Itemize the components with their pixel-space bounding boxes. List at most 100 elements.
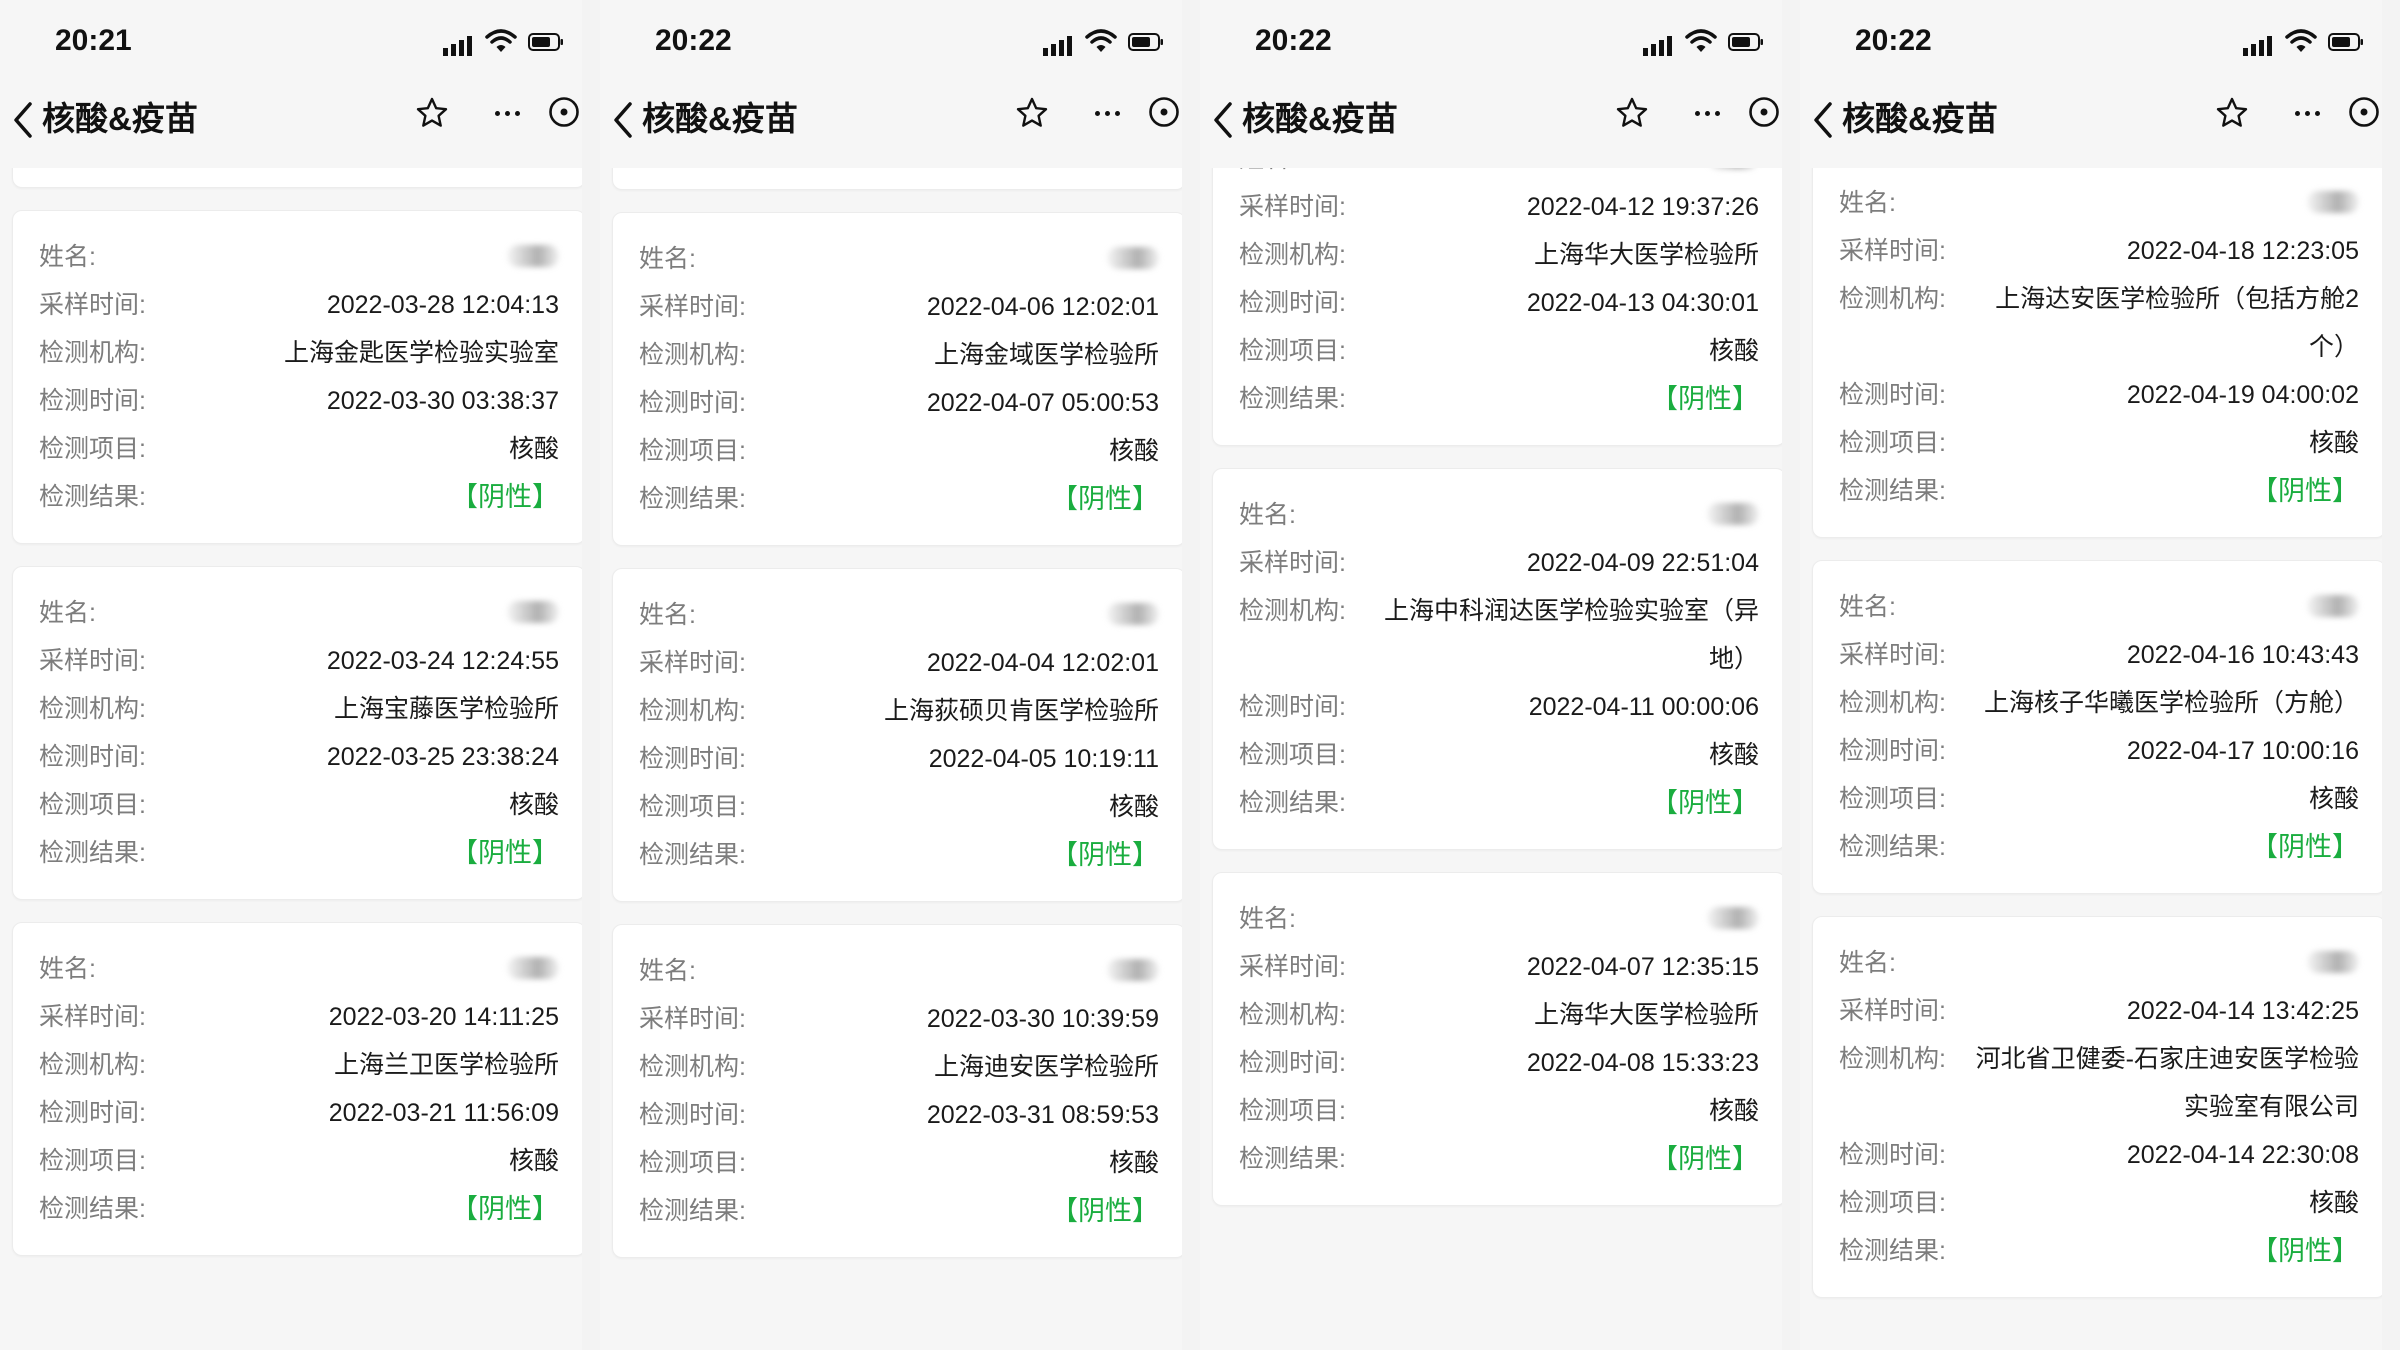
- item-row: 检测项目: 核酸: [639, 783, 1159, 831]
- close-circle-icon[interactable]: [548, 96, 580, 128]
- result-row-label: 检测结果:: [1839, 833, 1946, 861]
- sample-time-row: 采样时间: 2022-04-07 12:35:15: [1239, 943, 1759, 991]
- more-button[interactable]: [1676, 94, 1738, 132]
- org-row: 检测机构: 上海达安医学检验所（包括方舱2个）: [1839, 275, 2359, 371]
- close-circle-icon[interactable]: [1748, 96, 1780, 128]
- record-card: 姓名: 采样时间: 2022-04-18 12:23:05 检测机构: 上海达安医学检验…: [1812, 156, 2382, 538]
- sample-time-row-value: 2022-04-07 12:35:15: [1526, 953, 1759, 981]
- more-button[interactable]: [1076, 94, 1138, 132]
- chevron-left-icon[interactable]: [1810, 100, 1836, 140]
- status-bar: 20:21: [0, 0, 582, 84]
- test-time-row-label: 检测时间:: [1239, 289, 1346, 317]
- battery-icon: [2328, 33, 2363, 51]
- org-row-value: 上海金域医学检验所: [933, 341, 1159, 369]
- name-redacted: [1107, 603, 1159, 625]
- test-time-row-value: 2022-04-13 04:30:01: [1526, 289, 1759, 317]
- chevron-left-icon[interactable]: [1210, 100, 1236, 140]
- status-time: 20:22: [1855, 24, 1932, 57]
- result-row-label: 检测结果:: [1839, 477, 1946, 505]
- chevron-left-icon[interactable]: [10, 100, 36, 140]
- item-row: 检测项目: 核酸: [1239, 327, 1759, 375]
- org-row-label: 检测机构:: [1239, 1001, 1346, 1029]
- test-time-row-label: 检测时间:: [639, 389, 746, 417]
- more-dot-icon: [2314, 110, 2320, 116]
- name-redacted: [1107, 247, 1159, 269]
- org-row: 检测机构: 上海金匙医学检验实验室: [39, 329, 559, 377]
- org-row: 检测机构: 上海核子华曦医学检验所（方舱）: [1839, 679, 2359, 727]
- record-card: 姓名: 采样时间: 2022-04-07 12:35:15 检测机构: 上海华大医学检验…: [1212, 872, 1782, 1206]
- star-icon[interactable]: [1015, 96, 1049, 130]
- org-row-value: 上海华大医学检验所: [1533, 241, 1759, 269]
- test-time-row: 检测时间: 2022-04-17 10:00:16: [1839, 727, 2359, 775]
- signal-icon: [443, 36, 472, 56]
- name-row: 姓名:: [1839, 583, 2359, 631]
- org-row: 检测机构: 上海迪安医学检验所: [639, 1043, 1159, 1091]
- item-row-label: 检测项目:: [639, 437, 746, 465]
- item-row-label: 检测项目:: [1839, 429, 1946, 457]
- close-circle-icon[interactable]: [2348, 96, 2380, 128]
- chevron-left-icon[interactable]: [610, 100, 636, 140]
- org-row-value: 上海达安医学检验所（包括方舱2个）: [1995, 285, 2359, 361]
- name-row-label: 姓名:: [639, 957, 696, 985]
- phone-panel: 20:22核酸&疫苗检测项目:核酸检测结果:【阴性】姓名:采样时间:2022-0…: [600, 0, 1182, 1350]
- org-row-value: 上海荻硕贝肯医学检验所: [883, 697, 1159, 725]
- result-row-label: 检测结果:: [639, 841, 746, 869]
- item-row-label: 检测项目:: [639, 793, 746, 821]
- item-row-value: 核酸: [2308, 429, 2359, 457]
- org-row: 检测机构: 上海宝藤医学检验所: [39, 685, 559, 733]
- org-row-value: 上海金匙医学检验实验室: [283, 339, 559, 367]
- name-row: 姓名:: [39, 589, 559, 637]
- test-time-row-label: 检测时间:: [1839, 737, 1946, 765]
- sample-time-row-value: 2022-04-06 12:02:01: [926, 293, 1159, 321]
- org-row: 检测机构: 上海金域医学检验所: [639, 331, 1159, 379]
- star-icon[interactable]: [2215, 96, 2249, 130]
- name-row: 姓名:: [1839, 179, 2359, 227]
- sample-time-row-value: 2022-03-30 10:39:59: [926, 1005, 1159, 1033]
- phone-panel: 20:22 核酸&疫苗 姓名: 采样时间: 2022-04-18 12:23:05 检测机…: [1800, 0, 2382, 1350]
- item-row-label: 检测项目:: [39, 435, 146, 463]
- signal-icon: [2243, 36, 2272, 56]
- name-redacted: [507, 245, 559, 267]
- test-time-row-value: 2022-03-21 11:56:09: [328, 1099, 559, 1127]
- test-time-row-value: 2022-04-08 15:33:23: [1526, 1049, 1759, 1077]
- org-row: 检测机构: 上海荻硕贝肯医学检验所: [639, 687, 1159, 735]
- more-dot-icon: [2304, 110, 2310, 116]
- more-dot-icon: [514, 110, 520, 116]
- close-circle-icon[interactable]: [1148, 96, 1180, 128]
- record-cards: 姓名: 采样时间: 2022-04-18 12:23:05 检测机构: 上海达安医学检验…: [1812, 156, 2382, 1320]
- more-button[interactable]: [2276, 94, 2338, 132]
- record-card: 姓名: 采样时间: 2022-04-04 12:02:01 检测机构: 上海荻硕贝肯医学…: [612, 568, 1182, 902]
- record-card: 姓名: 采样时间: 2022-03-30 10:39:59 检测机构: 上海迪安医学检验…: [612, 924, 1182, 1258]
- item-row: 检测项目: 核酸: [39, 781, 559, 829]
- nav-bar: 核酸&疫苗: [600, 84, 1182, 168]
- test-time-row-label: 检测时间:: [639, 1101, 746, 1129]
- sample-time-row-label: 采样时间:: [1239, 193, 1346, 221]
- star-icon[interactable]: [1615, 96, 1649, 130]
- name-redacted: [2307, 595, 2359, 617]
- name-row: 姓名:: [639, 591, 1159, 639]
- test-time-row: 检测时间: 2022-04-05 10:19:11: [639, 735, 1159, 783]
- org-row-label: 检测机构:: [39, 695, 146, 723]
- org-row-value: 河北省卫健委-石家庄迪安医学检验实验室有限公司: [1975, 1045, 2359, 1121]
- star-icon[interactable]: [415, 96, 449, 130]
- signal-icon: [1643, 36, 1672, 56]
- item-row: 检测项目: 核酸: [1839, 775, 2359, 823]
- nav-bar: 核酸&疫苗: [1800, 84, 2382, 168]
- item-row-value: 核酸: [1108, 437, 1159, 465]
- name-redacted: [507, 957, 559, 979]
- name-row-label: 姓名:: [1239, 501, 1296, 529]
- more-button[interactable]: [476, 94, 538, 132]
- org-row-label: 检测机构:: [639, 1053, 746, 1081]
- result-row-value: 【阴性】: [451, 838, 559, 868]
- item-row-value: 核酸: [1708, 1097, 1759, 1125]
- test-time-row: 检测时间: 2022-03-31 08:59:53: [639, 1091, 1159, 1139]
- signal-icon: [1043, 36, 1072, 56]
- org-row-value: 上海宝藤医学检验所: [333, 695, 559, 723]
- status-bar: 20:22: [1800, 0, 2382, 84]
- sample-time-row-value: 2022-04-12 19:37:26: [1526, 193, 1759, 221]
- sample-time-row-value: 2022-04-14 13:42:25: [2126, 997, 2359, 1025]
- status-bar: 20:22: [1200, 0, 1782, 84]
- test-time-row: 检测时间: 2022-03-25 23:38:24: [39, 733, 559, 781]
- item-row: 检测项目: 核酸: [1839, 419, 2359, 467]
- item-row-label: 检测项目:: [1839, 785, 1946, 813]
